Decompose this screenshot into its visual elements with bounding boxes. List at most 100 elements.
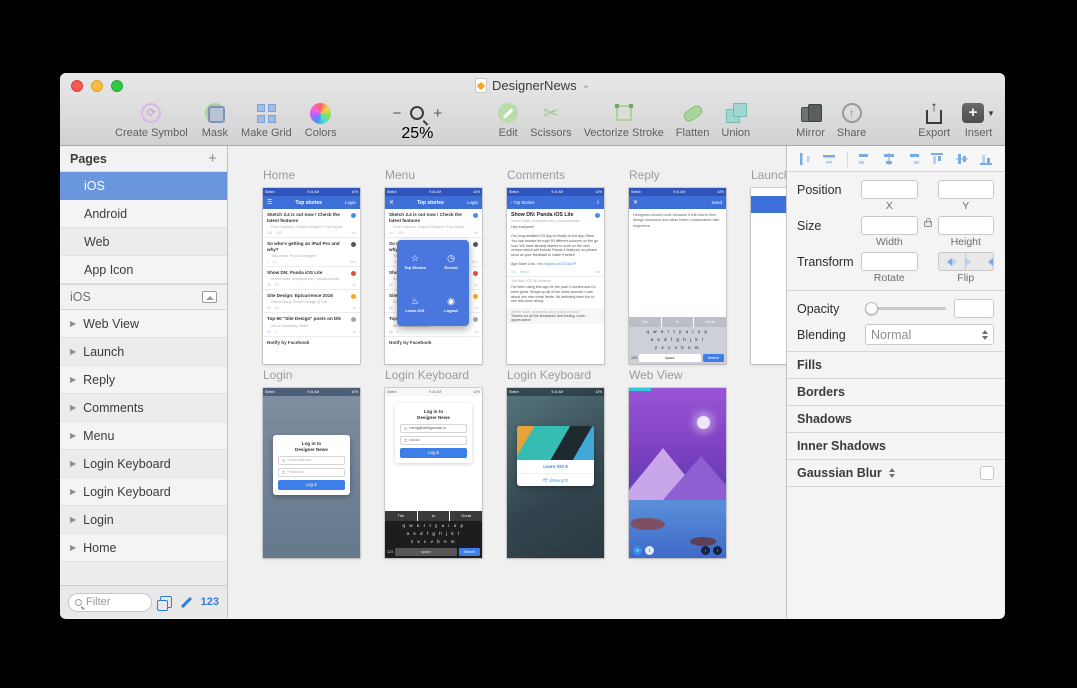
- gaussian-blur-checkbox[interactable]: [980, 466, 994, 480]
- flip-horizontal-button[interactable]: [939, 253, 966, 270]
- artboard-reply[interactable]: Reply Sketch9:41 AM42% ✕ Send Designers …: [629, 168, 726, 364]
- insert-button[interactable]: +▼ Insert: [962, 101, 995, 139]
- artboard-web-view[interactable]: Web View ✕: [629, 368, 726, 558]
- artboard-label[interactable]: Web View: [629, 368, 726, 382]
- artboard-label[interactable]: Login Keyboard: [507, 368, 604, 382]
- layer-item-launch[interactable]: ▶Launch: [60, 338, 227, 366]
- disclosure-triangle-icon[interactable]: ▶: [70, 487, 76, 496]
- share-icon[interactable]: ⇧: [645, 546, 654, 555]
- lock-icon[interactable]: [924, 221, 932, 227]
- align-center-horizontal-icon[interactable]: [882, 152, 896, 166]
- create-symbol-button[interactable]: ⟳ Create Symbol: [115, 101, 188, 139]
- vectorize-stroke-button[interactable]: Vectorize Stroke: [584, 101, 664, 139]
- opacity-input[interactable]: [954, 299, 994, 318]
- page-item-app-icon[interactable]: App Icon: [60, 256, 227, 284]
- menu-item-top-stories[interactable]: ☆Top Stories: [397, 240, 433, 283]
- artboard-label[interactable]: Comments: [507, 168, 604, 182]
- layer-item-home[interactable]: ▶Home: [60, 534, 227, 562]
- zoom-in-button[interactable]: +: [433, 105, 442, 122]
- menu-item-logout[interactable]: ◉Logout: [433, 283, 469, 326]
- align-left-icon[interactable]: [858, 152, 872, 166]
- layer-item-comments[interactable]: ▶Comments: [60, 394, 227, 422]
- y-input[interactable]: [938, 180, 995, 199]
- artboard-login[interactable]: Login Sketch9:41 AM42% Log in toDesigner…: [263, 368, 360, 558]
- magnifier-icon[interactable]: [410, 106, 424, 120]
- edit-button[interactable]: Edit: [498, 101, 518, 139]
- forward-arrow-button[interactable]: ›: [713, 546, 722, 555]
- menu-item-recent[interactable]: ◷Recent: [433, 240, 469, 283]
- pencil-icon[interactable]: [180, 596, 191, 607]
- twitter-handle-link[interactable]: 🕊 @MengTo: [517, 474, 594, 486]
- artboard-label[interactable]: Login: [263, 368, 360, 382]
- artboard-launch[interactable]: Launch: [751, 168, 786, 364]
- union-button[interactable]: Union: [721, 101, 750, 139]
- password-field[interactable]: ⚿••••••••: [400, 436, 467, 445]
- share-button[interactable]: ↑ Share: [837, 101, 866, 139]
- export-button[interactable]: Export: [918, 101, 950, 139]
- layer-item-login[interactable]: ▶Login: [60, 506, 227, 534]
- width-input[interactable]: [861, 216, 918, 235]
- disclosure-triangle-icon[interactable]: ▶: [70, 543, 76, 552]
- password-field[interactable]: ⚿Password: [278, 468, 345, 477]
- add-page-button[interactable]: +: [208, 150, 217, 167]
- artboard-list-icon[interactable]: [202, 291, 217, 303]
- gaussian-blur-section-header[interactable]: Gaussian Blur: [787, 460, 1004, 487]
- space-key[interactable]: space: [639, 354, 701, 362]
- blending-select[interactable]: Normal: [865, 324, 994, 345]
- colors-button[interactable]: Colors: [305, 101, 337, 139]
- disclosure-triangle-icon[interactable]: ▶: [70, 403, 76, 412]
- artboard-label[interactable]: Home: [263, 168, 360, 182]
- disclosure-triangle-icon[interactable]: ▶: [70, 347, 76, 356]
- make-grid-button[interactable]: Make Grid: [241, 101, 292, 139]
- artboard-comments[interactable]: Comments Sketch9:41 AM42% ‹ Top Stories …: [507, 168, 604, 364]
- mask-button[interactable]: Mask: [202, 101, 228, 139]
- layer-item-login-keyboard-2[interactable]: ▶Login Keyboard: [60, 478, 227, 506]
- align-right-icon[interactable]: [906, 152, 920, 166]
- send-button[interactable]: Send: [711, 200, 722, 205]
- x-input[interactable]: [861, 180, 918, 199]
- borders-section-header[interactable]: Borders: [787, 379, 1004, 406]
- disclosure-triangle-icon[interactable]: ▶: [70, 319, 76, 328]
- layer-item-web-view[interactable]: ▶Web View: [60, 310, 227, 338]
- zoom-out-button[interactable]: −: [393, 105, 402, 122]
- login-button[interactable]: Log in: [400, 448, 467, 458]
- artboard-login-keyboard-2[interactable]: Login Keyboard Sketch9:41 AM42% Learn iO…: [507, 368, 604, 558]
- page-item-android[interactable]: Android: [60, 200, 227, 228]
- fills-section-header[interactable]: Fills: [787, 352, 1004, 379]
- titlebar[interactable]: DesignerNews ⌄: [60, 73, 1005, 97]
- disclosure-triangle-icon[interactable]: ▶: [70, 459, 76, 468]
- numeric-key[interactable]: 123: [387, 550, 393, 554]
- pages-panel-toggle-icon[interactable]: [160, 596, 172, 608]
- mirror-button[interactable]: Mirror: [796, 101, 825, 139]
- align-top-icon[interactable]: [930, 152, 944, 166]
- align-middle-vertical-icon[interactable]: [955, 152, 969, 166]
- stepper-icon[interactable]: [889, 468, 895, 478]
- document-title[interactable]: DesignerNews ⌄: [60, 78, 1005, 93]
- reply-draft-text[interactable]: Designers should code because it will in…: [629, 209, 726, 287]
- learn-ios-link[interactable]: Learn iOS 9: [517, 460, 594, 474]
- close-button[interactable]: ✕: [633, 546, 642, 555]
- layer-item-login-keyboard[interactable]: ▶Login Keyboard: [60, 450, 227, 478]
- rotate-input[interactable]: [861, 252, 918, 271]
- disclosure-triangle-icon[interactable]: ▶: [70, 375, 76, 384]
- disclosure-triangle-icon[interactable]: ▶: [70, 515, 76, 524]
- back-arrow-button[interactable]: ‹: [701, 546, 710, 555]
- numeric-key[interactable]: 123: [631, 356, 637, 360]
- email-field[interactable]: ✉Email address: [278, 456, 345, 465]
- flatten-button[interactable]: Flatten: [676, 101, 710, 139]
- page-item-ios[interactable]: iOS: [60, 172, 227, 200]
- align-bottom-icon[interactable]: [979, 152, 993, 166]
- artboard-label[interactable]: Login Keyboard: [385, 368, 482, 382]
- artboard-label[interactable]: Menu: [385, 168, 482, 182]
- email-field[interactable]: ✉meng@designcode.io: [400, 424, 467, 433]
- layer-item-reply[interactable]: ▶Reply: [60, 366, 227, 394]
- menu-item-learn-ios[interactable]: ♨Learn iOS: [397, 283, 433, 326]
- scissors-button[interactable]: ✂ Scissors: [530, 101, 572, 139]
- app-store-link[interactable]: http://apple.co/1O23pGP: [537, 262, 577, 266]
- canvas[interactable]: Home Sketch9:41 AM42% ☰ Top stories Logi…: [228, 146, 786, 618]
- measurements-toggle[interactable]: 123: [201, 596, 219, 608]
- height-input[interactable]: [938, 216, 995, 235]
- artboard-home[interactable]: Home Sketch9:41 AM42% ☰ Top stories Logi…: [263, 168, 360, 364]
- page-item-web[interactable]: Web: [60, 228, 227, 256]
- shadows-section-header[interactable]: Shadows: [787, 406, 1004, 433]
